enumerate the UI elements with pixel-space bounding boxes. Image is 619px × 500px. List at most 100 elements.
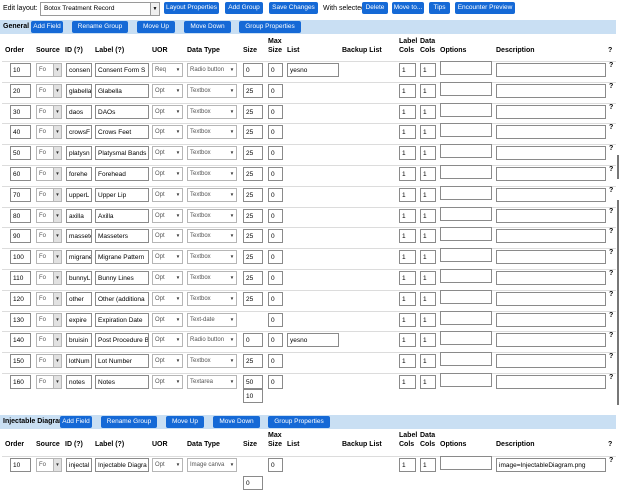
size-rows-input[interactable]: 10	[243, 389, 263, 403]
data-cols-input[interactable]: 1	[420, 312, 436, 327]
max-size-input[interactable]: 0	[268, 208, 283, 223]
data-type-select[interactable]: Textbox ▼	[187, 104, 237, 119]
group-properties-button[interactable]: Group Properties	[239, 21, 301, 33]
data-cols-input[interactable]: 1	[420, 354, 436, 369]
description-input[interactable]	[496, 354, 606, 369]
field-label-input[interactable]: Glabella	[95, 83, 149, 98]
move-down-button[interactable]: Move Down	[184, 21, 231, 33]
data-cols-input[interactable]: 1	[420, 83, 436, 98]
field-id-input[interactable]: lotNum	[66, 354, 92, 369]
max-size-input[interactable]: 0	[268, 354, 283, 369]
field-help-icon[interactable]: ?	[609, 124, 613, 131]
source-select[interactable]: Fo ▼	[36, 187, 62, 202]
size-input[interactable]: 25	[243, 291, 263, 306]
label-cols-input[interactable]: 1	[399, 63, 416, 77]
order-input[interactable]: 110	[10, 271, 31, 285]
max-size-input[interactable]: 0	[268, 229, 283, 244]
field-label-input[interactable]: Forehead	[95, 167, 149, 181]
field-id-input[interactable]: axilla	[66, 208, 92, 223]
label-cols-input[interactable]: 1	[399, 83, 416, 98]
group-properties-button[interactable]: Group Properties	[268, 416, 330, 428]
source-select[interactable]: Fo ▼	[36, 458, 62, 472]
label-cols-input[interactable]: 1	[399, 250, 416, 265]
field-id-input[interactable]: massete	[66, 229, 92, 244]
data-type-select[interactable]: Textbox ▼	[187, 291, 237, 306]
description-input[interactable]	[496, 271, 606, 285]
source-select[interactable]: Fo ▼	[36, 146, 62, 161]
label-cols-input[interactable]: 1	[399, 291, 416, 306]
layout-properties-button[interactable]: Layout Properties	[164, 2, 219, 14]
options-input[interactable]	[440, 61, 492, 75]
order-input[interactable]: 70	[10, 187, 31, 202]
uor-select[interactable]: Opt ▼	[152, 83, 183, 98]
size-input[interactable]: 25	[243, 187, 263, 202]
uor-select[interactable]: Opt ▼	[152, 354, 183, 369]
field-label-input[interactable]: Other (additiona	[95, 291, 149, 306]
uor-select[interactable]: Opt ▼	[152, 291, 183, 306]
options-input[interactable]	[440, 144, 492, 159]
options-input[interactable]	[440, 185, 492, 200]
field-help-icon[interactable]: ?	[609, 145, 613, 152]
field-id-input[interactable]: bunnyL	[66, 271, 92, 285]
field-label-input[interactable]: Bunny Lines	[95, 271, 149, 285]
order-input[interactable]: 120	[10, 291, 31, 306]
field-help-icon[interactable]: ?	[609, 270, 613, 277]
options-input[interactable]	[440, 123, 492, 138]
field-label-input[interactable]: Upper Lip	[95, 187, 149, 202]
label-cols-input[interactable]: 1	[399, 229, 416, 244]
label-cols-input[interactable]: 1	[399, 125, 416, 140]
field-label-input[interactable]: Expiration Date	[95, 312, 149, 327]
field-label-input[interactable]: Masseters	[95, 229, 149, 244]
max-size-input[interactable]: 0	[268, 146, 283, 161]
rename-group-button[interactable]: Rename Group	[101, 416, 157, 428]
data-cols-input[interactable]: 1	[420, 208, 436, 223]
label-cols-input[interactable]: 1	[399, 187, 416, 202]
options-input[interactable]	[440, 227, 492, 242]
order-input[interactable]: 20	[10, 83, 31, 98]
size-rows-input[interactable]: 0	[243, 476, 263, 490]
field-help-icon[interactable]: ?	[609, 457, 613, 464]
size-input[interactable]: 0	[243, 63, 263, 77]
size-input[interactable]: 25	[243, 104, 263, 119]
options-input[interactable]	[440, 165, 492, 179]
size-input[interactable]: 25	[243, 125, 263, 140]
data-cols-input[interactable]: 1	[420, 333, 436, 348]
data-type-select[interactable]: Textbox ▼	[187, 250, 237, 265]
add-field-button[interactable]: Add Field	[60, 416, 92, 428]
max-size-input[interactable]: 0	[268, 333, 283, 348]
move-up-button[interactable]: Move Up	[137, 21, 175, 33]
field-label-input[interactable]: Migrane Pattern	[95, 250, 149, 265]
source-select[interactable]: Fo ▼	[36, 104, 62, 119]
field-help-icon[interactable]: ?	[609, 312, 613, 319]
description-input[interactable]	[496, 312, 606, 327]
uor-select[interactable]: Opt ▼	[152, 250, 183, 265]
max-size-input[interactable]: 0	[268, 312, 283, 327]
description-input[interactable]	[496, 146, 606, 161]
move-up-button[interactable]: Move Up	[166, 416, 204, 428]
order-input[interactable]: 150	[10, 354, 31, 369]
order-input[interactable]: 100	[10, 250, 31, 265]
order-input[interactable]: 80	[10, 208, 31, 223]
label-cols-input[interactable]: 1	[399, 146, 416, 161]
data-cols-input[interactable]: 1	[420, 104, 436, 119]
data-cols-input[interactable]: 1	[420, 458, 436, 472]
label-cols-input[interactable]: 1	[399, 208, 416, 223]
max-size-input[interactable]: 0	[268, 458, 283, 472]
list-input[interactable]: yesno	[287, 333, 339, 348]
label-cols-input[interactable]: 1	[399, 271, 416, 285]
field-help-icon[interactable]: ?	[609, 249, 613, 256]
field-label-input[interactable]: Crows Feet	[95, 125, 149, 140]
label-cols-input[interactable]: 1	[399, 458, 416, 472]
description-input[interactable]	[496, 63, 606, 77]
uor-select[interactable]: Opt ▼	[152, 375, 183, 389]
description-input[interactable]	[496, 83, 606, 98]
data-cols-input[interactable]: 1	[420, 187, 436, 202]
field-help-icon[interactable]: ?	[609, 208, 613, 215]
field-help-icon[interactable]: ?	[609, 83, 613, 90]
description-input[interactable]	[496, 187, 606, 202]
data-cols-input[interactable]: 1	[420, 125, 436, 140]
add-group-button[interactable]: Add Group	[225, 2, 263, 14]
options-input[interactable]	[440, 248, 492, 263]
label-cols-input[interactable]: 1	[399, 333, 416, 348]
max-size-input[interactable]: 0	[268, 271, 283, 285]
